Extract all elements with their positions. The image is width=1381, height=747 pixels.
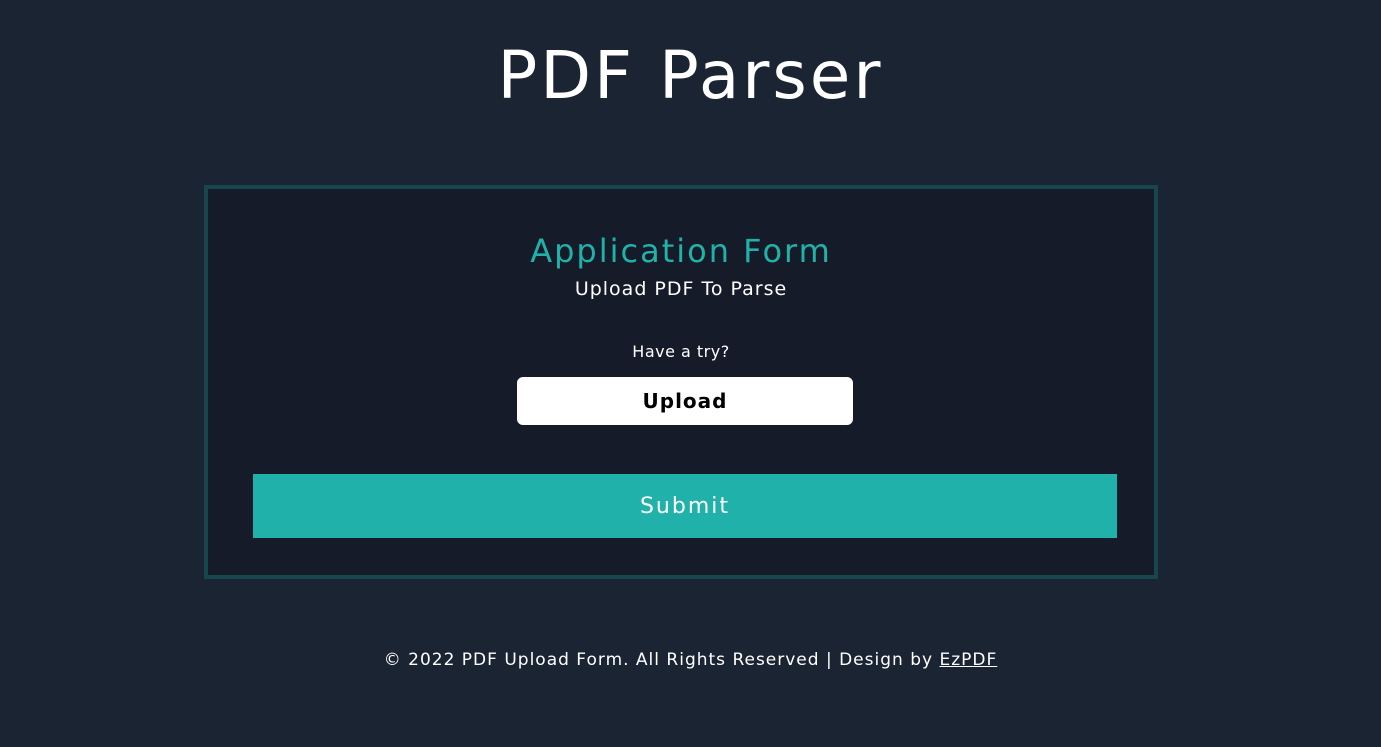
- form-subtitle: Upload PDF To Parse: [574, 278, 788, 300]
- application-form-card: Application Form Upload PDF To Parse Hav…: [204, 185, 1158, 579]
- footer: © 2022 PDF Upload Form. All Rights Reser…: [0, 648, 1381, 672]
- submit-button[interactable]: Submit: [253, 474, 1117, 538]
- form-heading: Application Form: [530, 232, 832, 270]
- footer-text: © 2022 PDF Upload Form. All Rights Reser…: [383, 650, 934, 670]
- footer-designer-link[interactable]: EzPDF: [939, 650, 997, 670]
- upload-prompt: Have a try?: [632, 342, 730, 361]
- upload-button[interactable]: Upload: [517, 377, 853, 425]
- page-title: PDF Parser: [497, 37, 884, 114]
- page: PDF Parser Application Form Upload PDF T…: [0, 0, 1381, 747]
